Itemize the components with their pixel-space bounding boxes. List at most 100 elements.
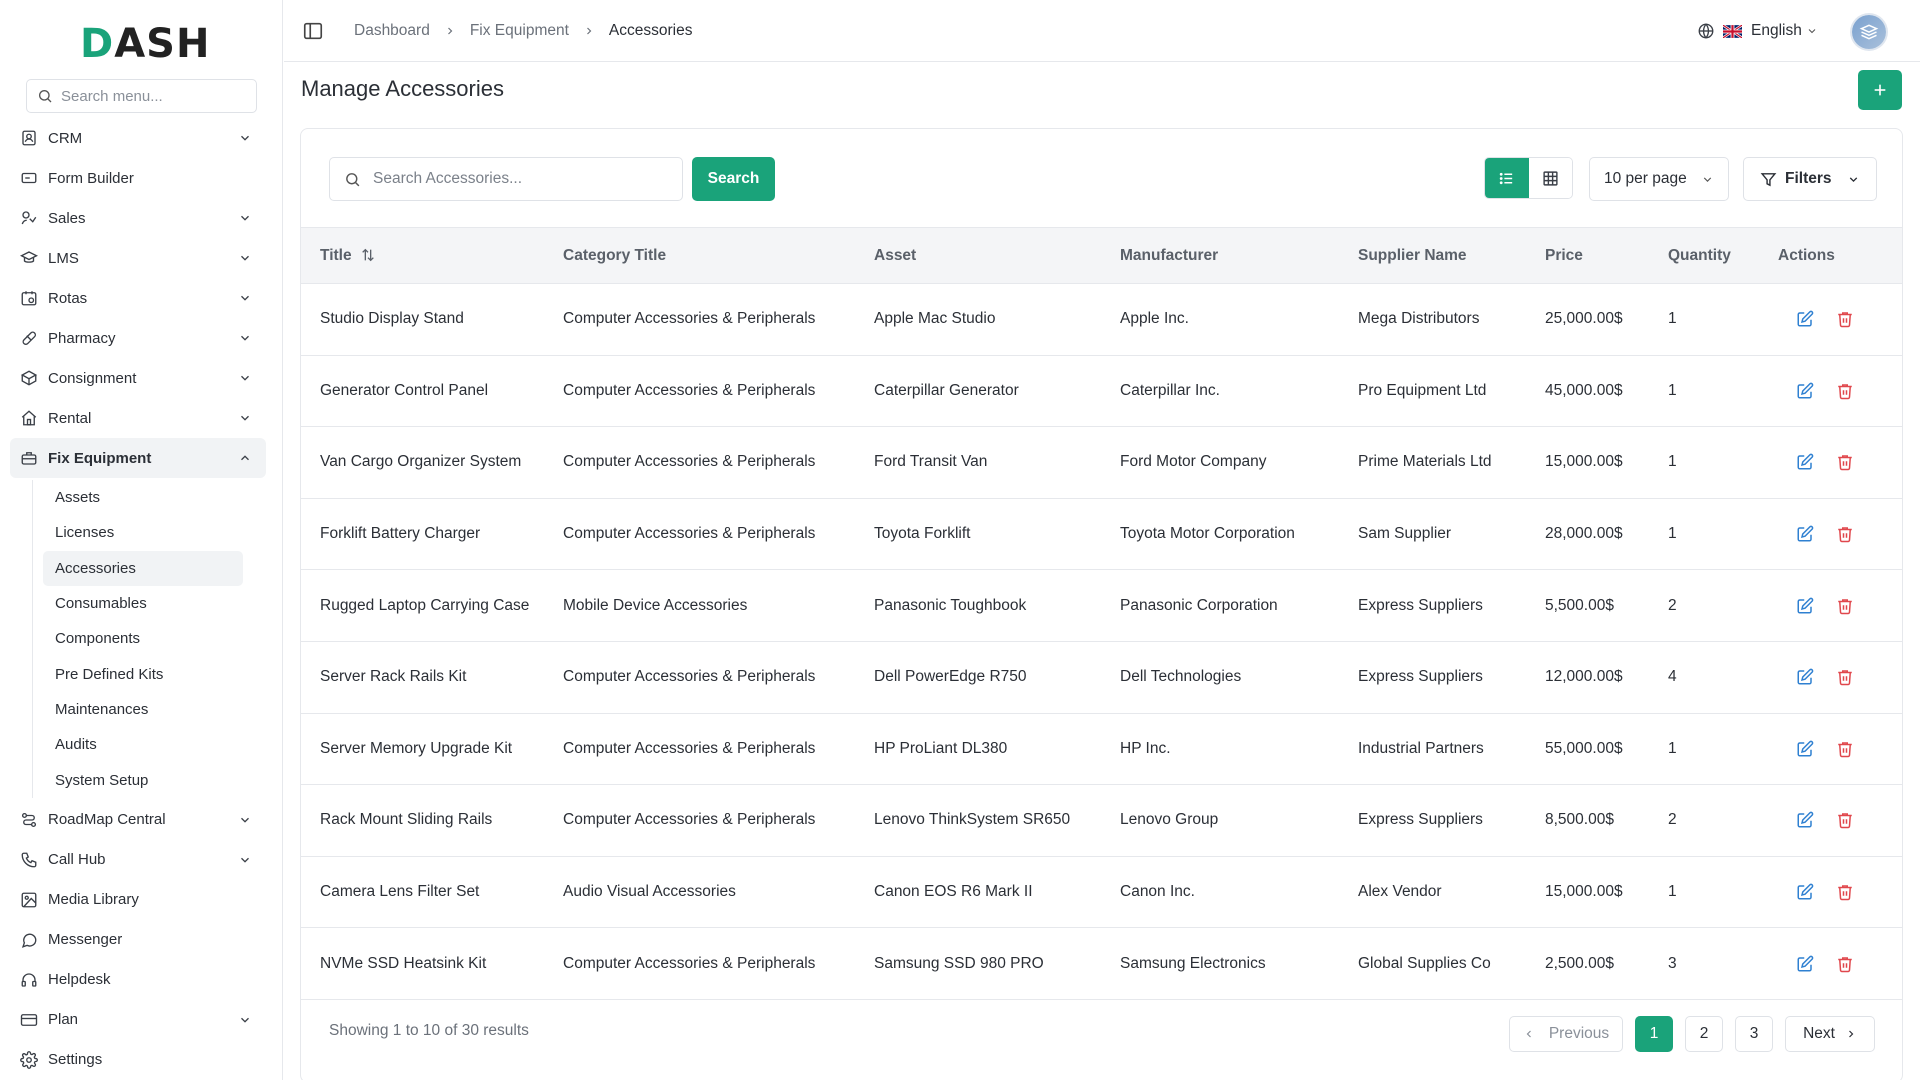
table-row: Generator Control Panel Computer Accesso…	[301, 355, 1902, 427]
sidebar-item-settings[interactable]: Settings	[10, 1040, 266, 1080]
edit-icon[interactable]	[1796, 740, 1814, 758]
sidebar-subitem-licenses[interactable]: Licenses	[43, 515, 243, 550]
edit-icon[interactable]	[1796, 811, 1814, 829]
page-1-button[interactable]: 1	[1635, 1016, 1673, 1052]
sidebar-subitem-assets[interactable]: Assets	[43, 480, 243, 515]
delete-icon[interactable]	[1836, 955, 1854, 973]
edit-icon[interactable]	[1796, 668, 1814, 686]
filters-button[interactable]: Filters	[1743, 157, 1877, 201]
sidebar-subitem-system-setup[interactable]: System Setup	[43, 762, 243, 797]
delete-icon[interactable]	[1836, 453, 1854, 471]
search-button[interactable]: Search	[692, 157, 775, 201]
column-header-price: Price	[1545, 246, 1583, 264]
chevron-down-icon	[241, 135, 249, 141]
sidebar-item-form-builder[interactable]: Form Builder	[10, 158, 266, 198]
sidebar-item-rental[interactable]: Rental	[10, 398, 266, 438]
sidebar-item-consignment[interactable]: Consignment	[10, 358, 266, 398]
delete-icon[interactable]	[1836, 740, 1854, 758]
sidebar-subitem-accessories[interactable]: Accessories	[43, 550, 243, 586]
sidebar-item-pharmacy[interactable]: Pharmacy	[10, 318, 266, 358]
cell-asset: HP ProLiant DL380	[874, 739, 1008, 757]
box-icon	[20, 370, 38, 386]
previous-page-button[interactable]: Previous	[1509, 1016, 1623, 1052]
app-logo[interactable]: DASH	[80, 21, 210, 67]
cell-price: 2,500.00$	[1545, 954, 1614, 972]
grid-view-button[interactable]	[1528, 158, 1572, 198]
column-header-title[interactable]: Title	[301, 228, 563, 284]
next-page-button[interactable]: Next	[1785, 1016, 1875, 1052]
search-menu-input[interactable]	[61, 87, 241, 105]
cell-actions	[1778, 284, 1902, 356]
avatar-icon	[1859, 24, 1879, 40]
sidebar-item-helpdesk[interactable]: Helpdesk	[10, 960, 266, 1000]
sidebar-item-lms[interactable]: LMS	[10, 238, 266, 278]
sidebar-item-label: RoadMap Central	[48, 811, 166, 829]
contact-book-icon	[22, 130, 36, 146]
sidebar-item-media-library[interactable]: Media Library	[10, 880, 266, 920]
sidebar-item-crm[interactable]: CRM	[10, 118, 266, 158]
user-avatar[interactable]	[1852, 15, 1886, 49]
delete-icon[interactable]	[1836, 525, 1854, 543]
page-3-button[interactable]: 3	[1735, 1016, 1773, 1052]
delete-icon[interactable]	[1836, 310, 1854, 328]
edit-icon[interactable]	[1796, 453, 1814, 471]
sidebar-subitem-components[interactable]: Components	[43, 621, 243, 656]
breadcrumb-fix-equipment[interactable]: Fix Equipment	[470, 22, 569, 40]
sidebar-subitem-pre-defined-kits[interactable]: Pre Defined Kits	[43, 656, 243, 691]
delete-icon[interactable]	[1836, 597, 1854, 615]
breadcrumb-dashboard[interactable]: Dashboard	[354, 22, 430, 40]
column-header-manufacturer: Manufacturer	[1120, 246, 1219, 264]
per-page-select[interactable]: 10 per page	[1589, 157, 1729, 201]
list-view-button[interactable]	[1485, 158, 1529, 198]
delete-icon[interactable]	[1836, 668, 1854, 686]
edit-icon[interactable]	[1796, 525, 1814, 543]
sidebar-item-plan[interactable]: Plan	[10, 1000, 266, 1040]
edit-icon[interactable]	[1796, 382, 1814, 400]
sidebar-subitem-consumables[interactable]: Consumables	[43, 586, 243, 621]
cell-quantity: 1	[1668, 381, 1677, 399]
sidebar-item-fix-equipment[interactable]: Fix Equipment	[10, 438, 266, 478]
cell-price: 12,000.00$	[1545, 668, 1623, 686]
sidebar-item-sales[interactable]: Sales	[10, 198, 266, 238]
sidebar-item-label: Helpdesk	[48, 971, 111, 989]
sidebar-item-rotas[interactable]: Rotas	[10, 278, 266, 318]
cell-asset: Ford Transit Van	[874, 453, 988, 471]
sidebar-item-label: Pharmacy	[48, 329, 116, 347]
delete-icon[interactable]	[1836, 883, 1854, 901]
delete-icon[interactable]	[1836, 382, 1854, 400]
cell-price: 5,500.00$	[1545, 596, 1614, 614]
edit-icon[interactable]	[1796, 597, 1814, 615]
edit-icon[interactable]	[1796, 883, 1814, 901]
chevron-down-icon	[1849, 176, 1858, 182]
sidebar-item-messenger[interactable]: Messenger	[10, 920, 266, 960]
delete-icon[interactable]	[1836, 811, 1854, 829]
cell-manufacturer: Apple Inc.	[1120, 310, 1189, 328]
language-selector[interactable]: English	[1697, 22, 1818, 40]
sidebar-item-label: Plan	[48, 1011, 79, 1029]
sidebar-item-call-hub[interactable]: Call Hub	[10, 840, 266, 880]
globe-icon	[1698, 23, 1714, 39]
cell-asset: Canon EOS R6 Mark II	[874, 883, 1033, 901]
cell-supplier: Express Suppliers	[1358, 596, 1483, 614]
filters-label: Filters	[1785, 170, 1832, 187]
edit-icon[interactable]	[1796, 310, 1814, 328]
search-accessories-input[interactable]	[373, 170, 673, 188]
sidebar-subitem-maintenances[interactable]: Maintenances	[43, 692, 243, 727]
table-row: Server Rack Rails Kit Computer Accessori…	[301, 641, 1902, 714]
add-accessory-button[interactable]	[1858, 70, 1902, 110]
edit-icon[interactable]	[1796, 955, 1814, 973]
page-2-button[interactable]: 2	[1685, 1016, 1723, 1052]
cell-supplier: Mega Distributors	[1358, 310, 1480, 328]
sidebar-item-label: LMS	[48, 249, 79, 267]
cell-price: 55,000.00$	[1545, 739, 1623, 757]
cell-supplier: Alex Vendor	[1358, 883, 1442, 901]
sidebar-item-roadmap-central[interactable]: RoadMap Central	[10, 800, 266, 840]
sidebar-toggle-icon[interactable]	[302, 20, 324, 42]
page-title: Manage Accessories	[301, 76, 504, 101]
cell-title: Camera Lens Filter Set	[320, 883, 480, 901]
sort-icon[interactable]	[360, 247, 376, 263]
sidebar-subitem-audits[interactable]: Audits	[43, 727, 243, 762]
logo-prefix: D	[80, 21, 115, 67]
cell-title: Server Memory Upgrade Kit	[320, 739, 513, 757]
pagination: Previous 1 2 3 Next	[1509, 1016, 1875, 1052]
